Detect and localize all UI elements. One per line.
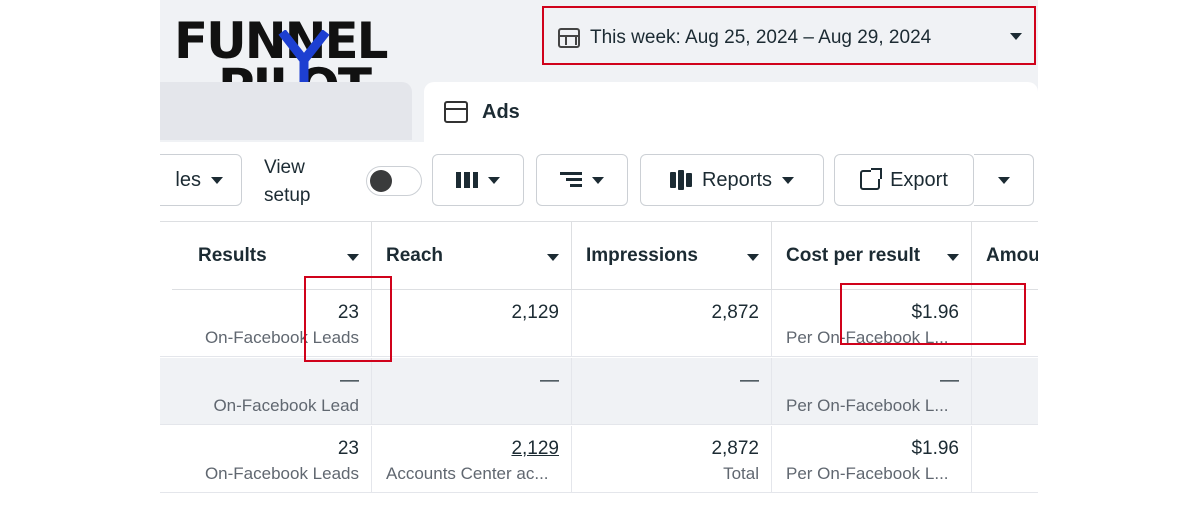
ads-table: Results Reach Impressions Cost per resul… (160, 222, 1038, 514)
table-row-total: 23 On-Facebook Leads 2,129 Accounts Cent… (160, 426, 1038, 493)
tab-ads-label: Ads (482, 100, 520, 123)
ads-manager-screenshot: FUNNEL PILOT This week: Aug 25, 2024 – A… (160, 0, 1038, 514)
impressions-cell: 2,872 (572, 290, 772, 357)
date-range-highlight: This week: Aug 25, 2024 – Aug 29, 2024 (542, 6, 1036, 65)
impressions-cell: 2,872 Total (572, 426, 772, 493)
reports-icon (669, 170, 692, 190)
breakdown-button[interactable] (536, 154, 628, 206)
chevron-down-icon (488, 176, 500, 184)
chevron-down-icon (747, 254, 759, 261)
column-header-impressions[interactable]: Impressions (572, 222, 772, 290)
ads-window-icon (444, 101, 468, 123)
reach-cell: 2,129 (372, 290, 572, 357)
reach-total-link[interactable]: 2,129 (372, 438, 559, 460)
toolbar: les View setup Reports Export (160, 142, 1038, 222)
tab-ads[interactable]: Ads (424, 82, 1038, 142)
export-label: Export (890, 168, 948, 191)
chevron-down-icon (347, 254, 359, 261)
cost-per-result-cell: $1.96 Per On-Facebook L... (772, 426, 972, 493)
view-setup-toggle[interactable] (366, 166, 422, 196)
reports-button[interactable]: Reports (640, 154, 824, 206)
reach-cell: 2,129 Accounts Center ac... (372, 426, 572, 493)
chevron-down-icon (592, 176, 604, 184)
impressions-cell: — (572, 358, 772, 425)
date-range-label: This week: Aug 25, 2024 – Aug 29, 2024 (590, 27, 932, 48)
column-header-reach[interactable]: Reach (372, 222, 572, 290)
reach-cell: — (372, 358, 572, 425)
chevron-down-icon (782, 176, 795, 184)
export-options-button[interactable] (974, 154, 1034, 206)
cost-highlight-box (840, 283, 1026, 345)
columns-button[interactable] (432, 154, 524, 206)
chevron-down-icon (947, 254, 959, 261)
columns-icon (456, 172, 478, 188)
date-range-button[interactable]: This week: Aug 25, 2024 – Aug 29, 2024 (558, 22, 931, 54)
view-setup-label: View setup (264, 157, 311, 206)
calendar-icon (558, 28, 580, 48)
column-header-amount-spent[interactable]: Amou (972, 222, 1038, 290)
cost-per-result-cell: — Per On-Facebook L... (772, 358, 972, 425)
toggle-knob (370, 170, 392, 192)
export-icon (860, 168, 883, 190)
chevron-down-icon (547, 254, 559, 261)
logo-y-icon (278, 30, 330, 88)
export-button[interactable]: Export (834, 154, 974, 206)
results-cell: 23 On-Facebook Leads (172, 426, 372, 493)
chevron-down-icon (211, 176, 223, 184)
breakdown-icon (560, 172, 582, 188)
rules-button-label: les (175, 168, 201, 191)
results-cell: — On-Facebook Lead (172, 358, 372, 425)
table-row[interactable]: — On-Facebook Lead — — — Per On-Facebook… (160, 358, 1038, 425)
results-highlight-box (304, 276, 392, 362)
column-header-cost-per-result[interactable]: Cost per result (772, 222, 972, 290)
chevron-down-icon[interactable] (1010, 33, 1022, 40)
rules-button[interactable]: les (160, 154, 242, 206)
reports-label: Reports (701, 168, 773, 191)
chevron-down-icon (997, 176, 1010, 184)
tab-previous[interactable] (160, 82, 412, 140)
